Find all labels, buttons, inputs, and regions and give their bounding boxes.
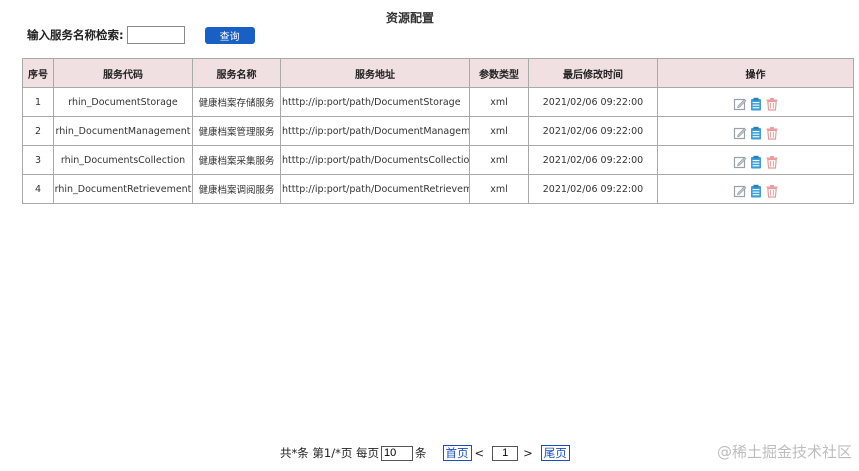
current-page-input[interactable]	[492, 445, 519, 461]
cell-service-url: htttp://ip:port/path/DocumentRetrievemen…	[280, 174, 470, 204]
first-page-button[interactable]: 首页	[442, 445, 472, 461]
edit-icon[interactable]	[733, 184, 747, 198]
cell-service-name: 健康档案采集服务	[192, 145, 281, 175]
trash-icon[interactable]	[765, 184, 779, 198]
cell-service-code: rhin_DocumentRetrievement	[53, 174, 193, 204]
cell-actions	[657, 145, 854, 175]
column-header-actions: 操作	[657, 58, 854, 88]
clipboard-icon[interactable]	[749, 184, 763, 198]
cell-param-type: xml	[469, 145, 529, 175]
cell-index: 4	[22, 174, 54, 204]
cell-modified-time: 2021/02/06 09:22:00	[528, 87, 658, 117]
cell-modified-time: 2021/02/06 09:22:00	[528, 174, 658, 204]
cell-service-name: 健康档案调阅服务	[192, 174, 281, 204]
cell-param-type: xml	[469, 87, 529, 117]
cell-param-type: xml	[469, 174, 529, 204]
cell-actions	[657, 87, 854, 117]
trash-icon[interactable]	[765, 97, 779, 111]
column-header-modified-time: 最后修改时间	[528, 58, 658, 88]
query-button[interactable]: 查询	[204, 26, 255, 44]
service-name-search-input[interactable]	[126, 26, 185, 44]
cell-index: 1	[22, 87, 54, 117]
page-title: 资源配置	[385, 11, 434, 25]
page-size-unit: 条	[415, 446, 427, 460]
table-row: 2 rhin_DocumentManagement 健康档案管理服务 htttp…	[22, 116, 854, 146]
cell-service-code: rhin_DocumentStorage	[53, 87, 193, 117]
page-size-input[interactable]	[381, 445, 414, 461]
column-header-index: 序号	[22, 58, 54, 88]
cell-service-url: htttp://ip:port/path/DocumentsCollection	[280, 145, 470, 175]
clipboard-icon[interactable]	[749, 126, 763, 140]
table-row: 4 rhin_DocumentRetrievement 健康档案调阅服务 htt…	[22, 174, 854, 204]
cell-service-code: rhin_DocumentManagement	[53, 116, 193, 146]
cell-service-name: 健康档案存储服务	[192, 87, 281, 117]
clipboard-icon[interactable]	[749, 155, 763, 169]
cell-index: 2	[22, 116, 54, 146]
edit-icon[interactable]	[733, 97, 747, 111]
column-header-service-code: 服务代码	[53, 58, 193, 88]
cell-service-url: htttp://ip:port/path/DocumentManagement	[280, 116, 470, 146]
clipboard-icon[interactable]	[749, 97, 763, 111]
table-row: 3 rhin_DocumentsCollection 健康档案采集服务 httt…	[22, 145, 854, 175]
pagination-summary: 共*条 第1/*页 每页	[280, 446, 380, 460]
search-bar: 输入服务名称检索: 查询	[27, 25, 255, 45]
search-label: 输入服务名称检索:	[27, 28, 124, 42]
cell-actions	[657, 116, 854, 146]
cell-param-type: xml	[469, 116, 529, 146]
cell-index: 3	[22, 145, 54, 175]
cell-modified-time: 2021/02/06 09:22:00	[528, 116, 658, 146]
cell-service-code: rhin_DocumentsCollection	[53, 145, 193, 175]
edit-icon[interactable]	[733, 155, 747, 169]
cell-modified-time: 2021/02/06 09:22:00	[528, 145, 658, 175]
next-page-button[interactable]: >	[523, 446, 533, 460]
column-header-service-url: 服务地址	[280, 58, 470, 88]
pagination-bar: 共*条 第1/*页 每页 条 首页 < > 尾页	[280, 444, 570, 462]
prev-page-button[interactable]: <	[475, 446, 485, 460]
cell-actions	[657, 174, 854, 204]
table-header-row: 序号 服务代码 服务名称 服务地址 参数类型 最后修改时间 操作	[22, 58, 854, 88]
resource-table: 序号 服务代码 服务名称 服务地址 参数类型 最后修改时间 操作 1 rhin_…	[22, 58, 854, 204]
edit-icon[interactable]	[733, 126, 747, 140]
column-header-param-type: 参数类型	[469, 58, 529, 88]
last-page-button[interactable]: 尾页	[540, 445, 570, 461]
cell-service-name: 健康档案管理服务	[192, 116, 281, 146]
table-row: 1 rhin_DocumentStorage 健康档案存储服务 htttp://…	[22, 87, 854, 117]
column-header-service-name: 服务名称	[192, 58, 281, 88]
trash-icon[interactable]	[765, 155, 779, 169]
watermark: @稀土掘金技术社区	[716, 443, 852, 461]
trash-icon[interactable]	[765, 126, 779, 140]
cell-service-url: htttp://ip:port/path/DocumentStorage	[280, 87, 470, 117]
